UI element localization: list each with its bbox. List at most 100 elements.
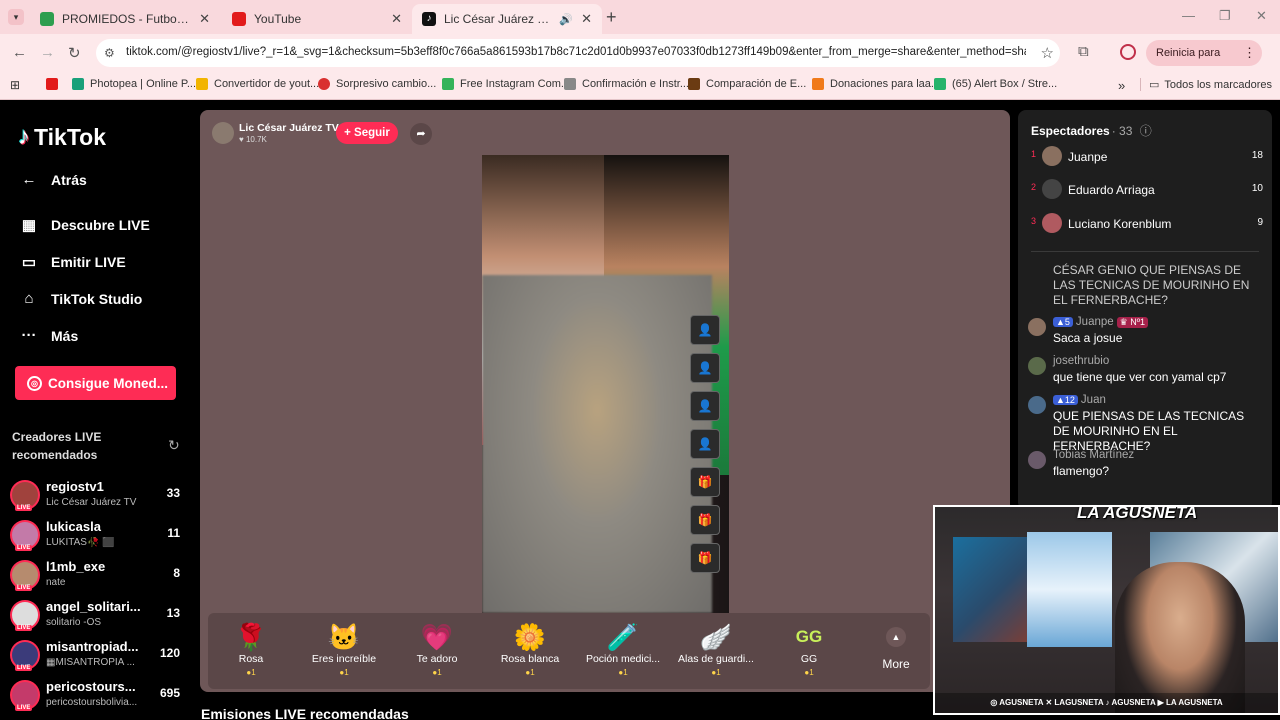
apps-grid-icon[interactable]: ⊞: [10, 78, 20, 92]
creator-item[interactable]: LIVE angel_solitari... solitario -OS 13: [10, 596, 190, 636]
bookmark-sorpresivo[interactable]: Sorpresivo cambio...: [318, 78, 436, 90]
recommended-creators-title: Creadores LIVE recomendados: [12, 430, 102, 462]
gift-rosa[interactable]: 🌹 Rosa ●1: [208, 621, 294, 677]
creator-item[interactable]: LIVE lukicasla LUKITAS🥀 ⬛ 11: [10, 516, 190, 556]
profile-avatar-icon[interactable]: [1120, 44, 1136, 60]
bookmark-free-instagram[interactable]: Free Instagram Com...: [442, 78, 570, 90]
nav-back[interactable]: ← Atrás: [18, 171, 87, 188]
window-close-icon[interactable]: ✕: [1256, 8, 1267, 24]
creator-item[interactable]: LIVE misantropiad... ▦MISANTROPIA ... 12…: [10, 636, 190, 676]
bookmark-convertidor[interactable]: Convertidor de yout...: [196, 78, 319, 90]
live-badge: LIVE: [15, 585, 33, 591]
tab-title: YouTube: [254, 12, 302, 26]
spectators-header[interactable]: Espectadores · 33 ⓘ: [1031, 122, 1152, 139]
cat-icon: 🐱: [327, 622, 361, 652]
reload-icon[interactable]: ↻: [68, 44, 81, 62]
bookmarks-overflow-icon[interactable]: »: [1118, 78, 1125, 93]
nav-more[interactable]: ··· Más: [18, 327, 79, 344]
bookmark-comparacion[interactable]: Comparación de E...: [688, 78, 806, 90]
tab-search-button[interactable]: ▾: [8, 9, 24, 25]
photopea-icon: [72, 78, 84, 90]
host-avatar[interactable]: [212, 122, 234, 144]
chat-username[interactable]: josethrubio: [1053, 355, 1109, 367]
gift-pocion[interactable]: 🧪 Poción medici... ●1: [580, 621, 666, 677]
url-text[interactable]: tiktok.com/@regiostv1/live?_r=1&_svg=1&c…: [126, 46, 1026, 58]
close-icon[interactable]: ✕: [391, 11, 402, 27]
avatar[interactable]: [1028, 318, 1046, 336]
minimize-icon[interactable]: —: [1182, 8, 1195, 23]
guest-slot-icon[interactable]: 🎁: [690, 543, 720, 573]
creator-item[interactable]: LIVE regiostv1 Lic César Juárez TV 33: [10, 476, 190, 516]
bookmark-alert-box[interactable]: (65) Alert Box / Stre...: [934, 78, 1057, 90]
guest-slot-icon[interactable]: 🎁: [690, 505, 720, 535]
all-bookmarks-button[interactable]: ▭ Todos los marcadores: [1140, 78, 1272, 91]
bookmark-photopea[interactable]: Photopea | Online P...: [72, 78, 196, 90]
gift-te-adoro[interactable]: 💗 Te adoro ●1: [394, 621, 480, 677]
update-browser-button[interactable]: Reinicia para actualizar ⋮: [1146, 40, 1262, 85]
tab-youtube[interactable]: YouTube ✕: [222, 4, 412, 34]
avatar[interactable]: [1028, 451, 1046, 469]
more-gifts-button[interactable]: ▲ More: [876, 627, 916, 671]
bookmark-confirmacion[interactable]: Confirmación e Instr...: [564, 78, 689, 90]
top-spectator[interactable]: 2 Eduardo Arriaga 10: [1031, 179, 1263, 201]
live-badge: LIVE: [15, 625, 33, 631]
tiktok-logo-icon: ♪: [18, 123, 30, 150]
restore-icon[interactable]: ❐: [1219, 8, 1231, 24]
tiktok-logo[interactable]: ♪ TikTok: [18, 123, 106, 151]
nav-discover-live[interactable]: ▦ Descubre LIVE: [18, 216, 150, 234]
guest-slot-icon[interactable]: 👤: [690, 315, 720, 345]
forward-arrow-icon[interactable]: →: [40, 44, 55, 61]
nav-tiktok-studio[interactable]: ⌂ TikTok Studio: [18, 290, 142, 307]
live-video[interactable]: 👤 👤 👤 👤 🎁 🎁 🎁: [482, 155, 729, 613]
tab-tiktok-live[interactable]: ♪ Lic César Juárez TV (@regiostv1) 🔊 ✕: [412, 4, 602, 34]
menu-dots-icon[interactable]: ⋮: [1243, 40, 1256, 66]
audio-playing-icon[interactable]: 🔊: [559, 13, 573, 26]
info-icon[interactable]: ⓘ: [1140, 124, 1152, 138]
chat-username[interactable]: Tobias Martínez: [1053, 449, 1134, 461]
live-grid-icon: ▦: [21, 217, 37, 234]
creator-item[interactable]: LIVE pericostours... pericostoursbolivia…: [10, 676, 190, 716]
nav-go-live[interactable]: ▭ Emitir LIVE: [18, 253, 126, 271]
bookmark-donaciones[interactable]: Donaciones para laa...: [812, 78, 940, 90]
streamlabs-icon: [934, 78, 946, 90]
gift-eres-increible[interactable]: 🐱 Eres increíble ●1: [301, 621, 387, 677]
chat-username[interactable]: ▲12 Juan: [1053, 394, 1106, 406]
close-icon[interactable]: ✕: [581, 11, 592, 27]
refresh-icon[interactable]: ↻: [168, 437, 180, 454]
guest-slot-icon[interactable]: 👤: [690, 353, 720, 383]
get-coins-button[interactable]: ◎ Consigue Moned...: [15, 366, 176, 400]
bookmarks-bar: ⊞ Photopea | Online P... Convertidor de …: [0, 72, 1280, 100]
tab-title: Lic César Juárez TV (@regiostv1): [444, 12, 555, 26]
avatar: [1042, 146, 1062, 166]
guest-slot-icon[interactable]: 🎁: [690, 467, 720, 497]
extensions-icon[interactable]: ⧉: [1078, 43, 1089, 60]
gift-gg[interactable]: GG GG ●1: [766, 621, 852, 677]
chat-username[interactable]: ▲5 Juanpe ♛ Nº1: [1053, 316, 1149, 328]
follow-button[interactable]: + Seguir: [336, 122, 398, 144]
gift-rosa-blanca[interactable]: 🌼 Rosa blanca ●1: [487, 621, 573, 677]
bookmark-star-icon[interactable]: ☆: [1041, 44, 1054, 62]
chat-message: Tobias Martínez flamengo?: [1028, 449, 1264, 483]
level-badge: ▲12: [1053, 395, 1078, 405]
guest-slot-icon[interactable]: 👤: [690, 429, 720, 459]
viewer-count: 13: [166, 606, 180, 620]
creator-item[interactable]: LIVE l1mb_exe nate 8: [10, 556, 190, 596]
site-info-icon[interactable]: ⚙: [104, 46, 115, 60]
url-input[interactable]: ⚙ tiktok.com/@regiostv1/live?_r=1&_svg=1…: [96, 39, 1060, 67]
avatar[interactable]: [1028, 357, 1046, 375]
top-spectator[interactable]: 3 Luciano Korenblum 9: [1031, 213, 1263, 235]
tab-promiedos[interactable]: PROMIEDOS - Futbol Argentino ✕: [30, 4, 220, 34]
bookmark-youtube[interactable]: [46, 78, 64, 90]
gift-alas[interactable]: 🪽 Alas de guardi... ●1: [673, 621, 759, 677]
avatar[interactable]: [1028, 396, 1046, 414]
new-tab-button[interactable]: +: [606, 7, 617, 28]
back-arrow-icon[interactable]: ←: [12, 44, 27, 61]
top-spectator[interactable]: 1 Juanpe 18: [1031, 146, 1263, 168]
guest-slot-icon[interactable]: 👤: [690, 391, 720, 421]
host-likes: ♥ 10.7K: [239, 135, 267, 144]
host-name[interactable]: Lic César Juárez TV: [239, 122, 339, 134]
share-icon[interactable]: ➦: [410, 123, 432, 145]
live-badge: LIVE: [15, 665, 33, 671]
live-badge: LIVE: [15, 545, 33, 551]
close-icon[interactable]: ✕: [199, 11, 210, 27]
